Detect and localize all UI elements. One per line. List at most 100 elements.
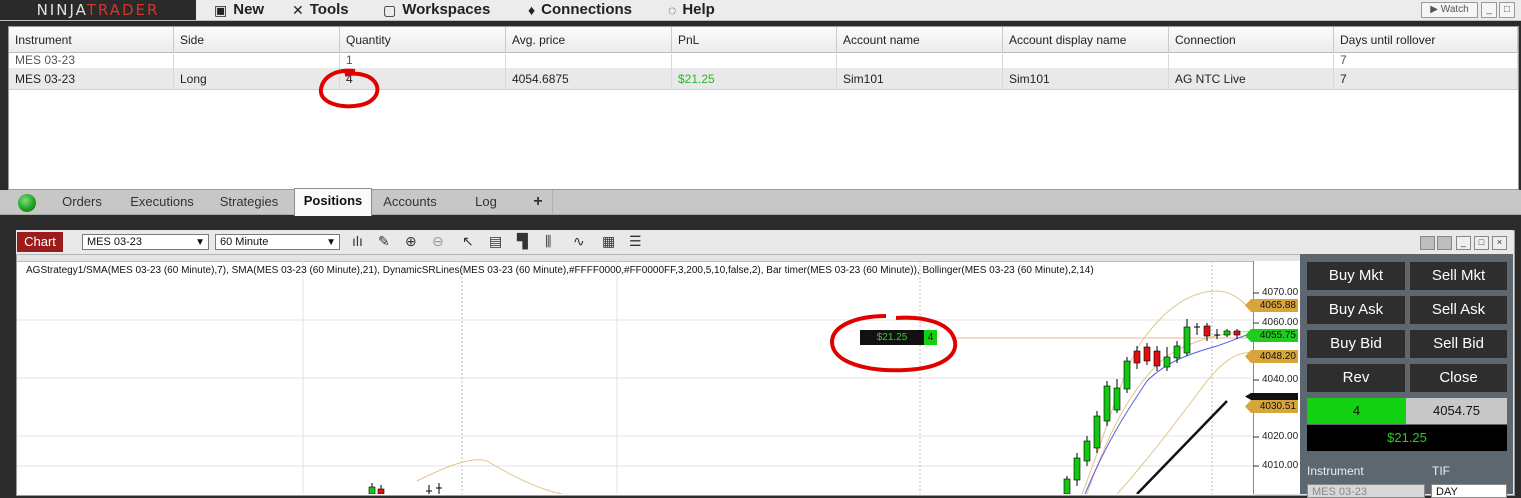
- tab-orders[interactable]: Orders: [44, 190, 121, 214]
- row1-pnl[interactable]: [672, 54, 837, 68]
- help-icon: ◌: [668, 2, 677, 18]
- minimize-icon[interactable]: _: [1456, 236, 1471, 250]
- column-header-instrument[interactable]: Instrument: [9, 27, 174, 53]
- average-price-display: 4054.75: [1406, 398, 1507, 424]
- price-marker-bollinger-lower: 4030.51: [1245, 400, 1298, 413]
- chart-trader-icon[interactable]: ▜: [517, 233, 528, 250]
- indicators-icon[interactable]: ⫼: [545, 233, 551, 250]
- properties-icon[interactable]: ☰: [629, 233, 642, 250]
- candle-up: [1113, 379, 1121, 413]
- instrument-selector[interactable]: MES 03-23 ▼: [82, 234, 209, 250]
- price-tick: 4020.00: [1262, 431, 1299, 442]
- column-header-pnl[interactable]: PnL: [672, 27, 837, 53]
- row1-account-name[interactable]: [837, 54, 1003, 68]
- price-marker-last: 4055.75: [1245, 329, 1298, 342]
- chevron-down-icon: ▼: [326, 237, 336, 248]
- interval-selector[interactable]: 60 Minute ▼: [215, 234, 340, 250]
- column-header-side[interactable]: Side: [174, 27, 340, 53]
- column-header-account-name[interactable]: Account name: [837, 27, 1003, 53]
- sell-market-button[interactable]: Sell Mkt: [1410, 262, 1507, 290]
- candle-up: [1183, 319, 1191, 356]
- candle-up: [368, 483, 376, 494]
- menu-workspaces[interactable]: ▢ Workspaces: [383, 0, 490, 20]
- close-icon[interactable]: ×: [1492, 236, 1507, 250]
- row1-instrument[interactable]: MES 03-23: [9, 54, 174, 68]
- candle-down: [1133, 346, 1141, 369]
- tab-accounts[interactable]: Accounts: [372, 190, 449, 214]
- candle-up: [1163, 347, 1171, 371]
- tab-positions[interactable]: Positions: [294, 188, 372, 216]
- new-window-icon: ▣: [214, 2, 228, 18]
- row1-account-display-name[interactable]: [1003, 54, 1169, 68]
- grid-lines: [17, 261, 1253, 494]
- row2-avg-price[interactable]: 4054.6875: [506, 68, 672, 90]
- ninjatrader-logo: NINJATRADER: [0, 0, 196, 20]
- row2-connection[interactable]: AG NTC Live: [1169, 68, 1334, 90]
- connection-status-icon: [18, 194, 36, 212]
- watch-button[interactable]: ▶ Watch: [1421, 2, 1478, 18]
- chart-canvas: [17, 261, 1259, 494]
- candle-up: [1173, 341, 1181, 363]
- candle-up: [1103, 381, 1111, 426]
- menu-connections[interactable]: ♦ Connections: [528, 0, 632, 20]
- row1-days[interactable]: 7: [1334, 54, 1518, 68]
- price-tick: 4040.00: [1262, 374, 1299, 385]
- window-instrument-link-icon[interactable]: [1437, 236, 1452, 250]
- price-tick: 4070.00: [1262, 287, 1299, 298]
- menu-tools[interactable]: ✕ Tools: [292, 0, 349, 20]
- order-instrument-selector[interactable]: MES 03-23: [1307, 484, 1425, 498]
- minimize-icon[interactable]: _: [1481, 2, 1497, 18]
- data-box-icon[interactable]: ▤: [489, 233, 502, 250]
- row2-account-display-name[interactable]: Sim101: [1003, 68, 1169, 90]
- draw-pencil-icon[interactable]: ✎: [378, 233, 390, 250]
- bar-type-icon[interactable]: ılı: [352, 233, 363, 249]
- candle-up: [1223, 329, 1231, 337]
- menu-help[interactable]: ◌ Help: [668, 0, 715, 20]
- tab-log[interactable]: Log: [448, 190, 525, 214]
- unrealized-pnl-display: $21.25: [1307, 425, 1507, 451]
- sell-ask-button[interactable]: Sell Ask: [1410, 296, 1507, 324]
- tab-strategies[interactable]: Strategies: [204, 190, 295, 214]
- menu-new[interactable]: ▣ New: [214, 0, 264, 20]
- row2-instrument[interactable]: MES 03-23: [9, 68, 174, 90]
- zoom-out-icon[interactable]: ⊖: [432, 233, 444, 250]
- close-position-button[interactable]: Close: [1410, 364, 1507, 392]
- maximize-icon[interactable]: □: [1474, 236, 1489, 250]
- window-link-icon[interactable]: [1420, 236, 1435, 250]
- price-marker-sma: 4048.20: [1245, 350, 1298, 363]
- row1-side[interactable]: [174, 54, 340, 68]
- row2-days[interactable]: 7: [1334, 68, 1518, 90]
- pointer-icon[interactable]: ↖: [462, 233, 474, 250]
- candle-up: [1093, 411, 1101, 453]
- templates-icon[interactable]: ▦: [602, 233, 615, 250]
- sell-bid-button[interactable]: Sell Bid: [1410, 330, 1507, 358]
- annotation-circle: [318, 68, 380, 109]
- buy-market-button[interactable]: Buy Mkt: [1307, 262, 1405, 290]
- candle-down: [377, 485, 385, 494]
- buy-ask-button[interactable]: Buy Ask: [1307, 296, 1405, 324]
- column-header-account-display-name[interactable]: Account display name: [1003, 27, 1169, 53]
- candle-up: [1083, 436, 1091, 466]
- row1-quantity[interactable]: 1: [340, 54, 506, 68]
- row1-avg-price[interactable]: [506, 54, 672, 68]
- reverse-button[interactable]: Rev: [1307, 364, 1405, 392]
- row1-connection[interactable]: [1169, 54, 1334, 68]
- indicator-legend: AGStrategy1/SMA(MES 03-23 (60 Minute),7)…: [26, 265, 1094, 276]
- strategies-icon[interactable]: ∿: [573, 233, 585, 250]
- column-header-days-until-rollover[interactable]: Days until rollover: [1334, 27, 1518, 53]
- candle-down: [1143, 343, 1151, 365]
- candle-up: [1063, 476, 1071, 494]
- row2-pnl[interactable]: $21.25: [672, 68, 837, 90]
- column-header-avg-price[interactable]: Avg. price: [506, 27, 672, 53]
- tif-selector[interactable]: DAY: [1431, 484, 1507, 498]
- buy-bid-button[interactable]: Buy Bid: [1307, 330, 1405, 358]
- column-header-quantity[interactable]: Quantity: [340, 27, 506, 53]
- zoom-in-icon[interactable]: ⊕: [405, 233, 417, 250]
- maximize-icon[interactable]: □: [1499, 2, 1515, 18]
- instrument-label: Instrument: [1307, 464, 1364, 478]
- add-tab-button[interactable]: +: [524, 190, 553, 214]
- column-header-connection[interactable]: Connection: [1169, 27, 1334, 53]
- row2-account-name[interactable]: Sim101: [837, 68, 1003, 90]
- price-tick: 4010.00: [1262, 460, 1299, 471]
- tab-executions[interactable]: Executions: [120, 190, 205, 214]
